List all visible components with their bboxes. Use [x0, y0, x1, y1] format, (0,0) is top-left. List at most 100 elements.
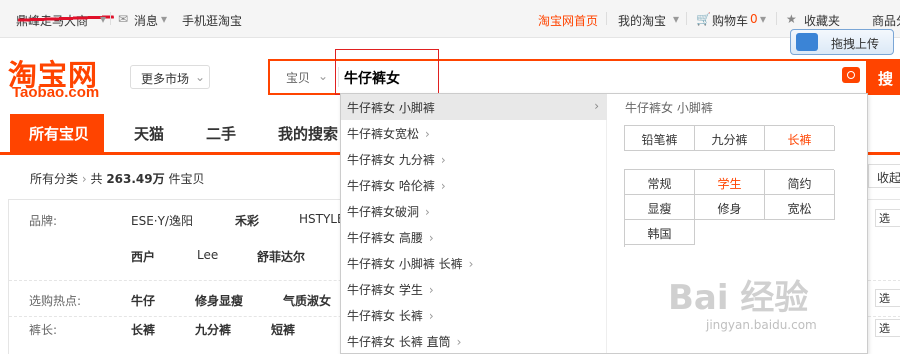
cart-link[interactable]: 购物车 — [712, 12, 748, 29]
attribute-option[interactable]: 九分裤 — [695, 126, 765, 151]
attribute-option[interactable]: 宽松 — [765, 195, 835, 220]
attribute-group-2: 常规 学生 简约 显瘦 修身 宽松 韩国 — [624, 169, 835, 247]
suggestion-item[interactable]: 牛仔裤女 长裤 › — [341, 302, 607, 328]
length-option[interactable]: 短裤 — [271, 321, 295, 338]
messages-link[interactable]: 消息 — [134, 12, 158, 29]
hot-option[interactable]: 修身显瘦 — [195, 292, 243, 309]
suggestion-label: 牛仔裤女破洞 — [347, 205, 420, 219]
chevron-down-icon: ▾ — [161, 12, 168, 26]
taobao-logo-en[interactable]: Taobao.com — [12, 84, 99, 101]
suggestion-label: 牛仔裤女 小脚裤 — [347, 101, 435, 115]
brand-option[interactable]: Lee — [197, 248, 218, 262]
chevron-down-icon: ⌄ — [195, 70, 206, 84]
chevron-right-icon: › — [425, 205, 430, 219]
suggestion-label: 牛仔裤女 高腰 — [347, 231, 423, 245]
brand-label: 品牌: — [29, 214, 58, 228]
suggestion-item[interactable]: 牛仔裤女 哈伦裤 › — [341, 172, 607, 198]
total-count: 263.49万 — [106, 172, 165, 186]
suggestion-label: 牛仔裤女 哈伦裤 — [347, 179, 435, 193]
highlight-annotation-box — [335, 49, 439, 95]
attribute-option[interactable]: 学生 — [695, 170, 765, 195]
goods-category-link[interactable]: 商品分 — [872, 12, 900, 29]
chevron-right-icon: › — [440, 153, 446, 167]
suggestion-item[interactable]: 牛仔裤女 九分裤 › — [341, 146, 607, 172]
breadcrumb-root[interactable]: 所有分类 — [30, 172, 78, 186]
tab-second-hand[interactable]: 二手 — [206, 114, 236, 152]
multi-select-button[interactable]: 选 — [875, 289, 900, 307]
cart-count: 0 — [750, 12, 758, 26]
suggestion-label: 牛仔裤女 九分裤 — [347, 153, 435, 167]
attribute-option[interactable]: 常规 — [625, 170, 695, 195]
my-taobao-link[interactable]: 我的淘宝 — [618, 12, 666, 29]
divider — [606, 12, 607, 25]
suggestion-item[interactable]: 牛仔裤女 高腰 › — [341, 224, 607, 250]
more-markets-dropdown[interactable]: 更多市场 ⌄ — [130, 65, 210, 89]
chevron-right-icon: › — [425, 127, 430, 141]
star-icon: ★ — [786, 12, 797, 26]
attribute-option[interactable]: 修身 — [695, 195, 765, 220]
multi-select-button[interactable]: 选 — [875, 209, 900, 227]
suggestion-item[interactable]: 牛仔裤女宽松 › — [341, 120, 607, 146]
taobao-home-link[interactable]: 淘宝网首页 — [538, 12, 598, 29]
suggestion-item[interactable]: 牛仔裤女 长裤 直筒 › — [341, 328, 607, 354]
tab-all-items[interactable]: 所有宝贝 — [10, 114, 104, 152]
tab-my-search[interactable]: 我的搜索 — [278, 114, 338, 152]
brand-option[interactable]: ESE·Y/逸阳 — [131, 212, 193, 229]
divider — [110, 12, 111, 25]
multi-select-button[interactable]: 选 — [875, 319, 900, 337]
hot-option[interactable]: 气质淑女 — [283, 292, 331, 309]
chevron-down-icon: ▾ — [673, 12, 680, 26]
envelope-icon: ✉ — [118, 12, 129, 26]
cart-icon: 🛒 — [696, 12, 711, 26]
search-type-selector[interactable]: 宝贝 — [286, 69, 310, 86]
attribute-group-1: 铅笔裤 九分裤 长裤 — [624, 125, 835, 151]
attribute-option[interactable]: 韩国 — [625, 220, 695, 245]
brand-option[interactable]: 禾彩 — [235, 212, 259, 229]
length-option[interactable]: 九分裤 — [195, 321, 231, 338]
length-option[interactable]: 长裤 — [131, 321, 155, 338]
hot-option[interactable]: 牛仔 — [131, 292, 155, 309]
watermark-url: jingyan.baidu.com — [706, 318, 817, 332]
mobile-taobao-link[interactable]: 手机逛淘宝 — [182, 12, 242, 29]
divider — [776, 12, 777, 25]
baidu-jingyan-watermark: Bai 经验 — [668, 278, 809, 318]
camera-icon[interactable] — [842, 67, 860, 83]
search-button[interactable]: 搜 — [866, 59, 900, 95]
brand-option[interactable]: 舒菲达尔 — [257, 248, 305, 265]
attribute-option[interactable]: 铅笔裤 — [625, 126, 695, 151]
chevron-down-icon: ⌄ — [318, 69, 329, 83]
chevron-right-icon: › — [428, 231, 434, 245]
chevron-right-icon: › — [81, 172, 87, 186]
suggestion-label: 牛仔裤女 长裤 直筒 — [347, 335, 451, 349]
suggestion-list: 牛仔裤女 小脚裤 › 牛仔裤女宽松 › 牛仔裤女 九分裤 › 牛仔裤女 哈伦裤 › 牛仔… — [341, 94, 607, 353]
chevron-right-icon: › — [456, 335, 462, 349]
chevron-right-icon: › — [428, 283, 434, 297]
breadcrumb: 所有分类 › 共 263.49万 件宝贝 — [30, 170, 204, 187]
chevron-right-icon: › — [440, 179, 446, 193]
suggestion-panel-title: 牛仔裤女 小脚裤 — [625, 101, 713, 115]
suggestion-label: 牛仔裤女 学生 — [347, 283, 423, 297]
brand-option[interactable]: 西户 — [131, 248, 155, 265]
collapse-label: 收起 — [877, 171, 900, 185]
total-prefix: 共 — [90, 172, 103, 186]
divider — [686, 12, 687, 25]
collapse-filters-button[interactable]: 收起 — [868, 164, 900, 188]
search-button-label: 搜 — [878, 70, 894, 88]
cloud-upload-icon — [796, 33, 818, 51]
suggestion-item[interactable]: 牛仔裤女 小脚裤 长裤 › — [341, 250, 607, 276]
chevron-down-icon: ▾ — [100, 12, 107, 26]
chevron-right-icon: › — [468, 257, 474, 271]
tab-tmall[interactable]: 天猫 — [134, 114, 164, 152]
brand-option[interactable]: HSTYLE — [299, 212, 345, 226]
suggestion-item[interactable]: 牛仔裤女破洞 › — [341, 198, 607, 224]
suggestion-item[interactable]: 牛仔裤女 学生 › — [341, 276, 607, 302]
favorites-link[interactable]: 收藏夹 — [804, 12, 840, 29]
drag-upload-button[interactable]: 拖拽上传 — [790, 29, 894, 55]
length-label: 裤长: — [29, 323, 58, 337]
attribute-option[interactable]: 长裤 — [765, 126, 835, 151]
attribute-option[interactable]: 显瘦 — [625, 195, 695, 220]
drag-upload-label: 拖拽上传 — [831, 37, 880, 51]
suggestion-label: 牛仔裤女 长裤 — [347, 309, 423, 323]
suggestion-item[interactable]: 牛仔裤女 小脚裤 › — [341, 94, 607, 120]
attribute-option[interactable]: 简约 — [765, 170, 835, 195]
